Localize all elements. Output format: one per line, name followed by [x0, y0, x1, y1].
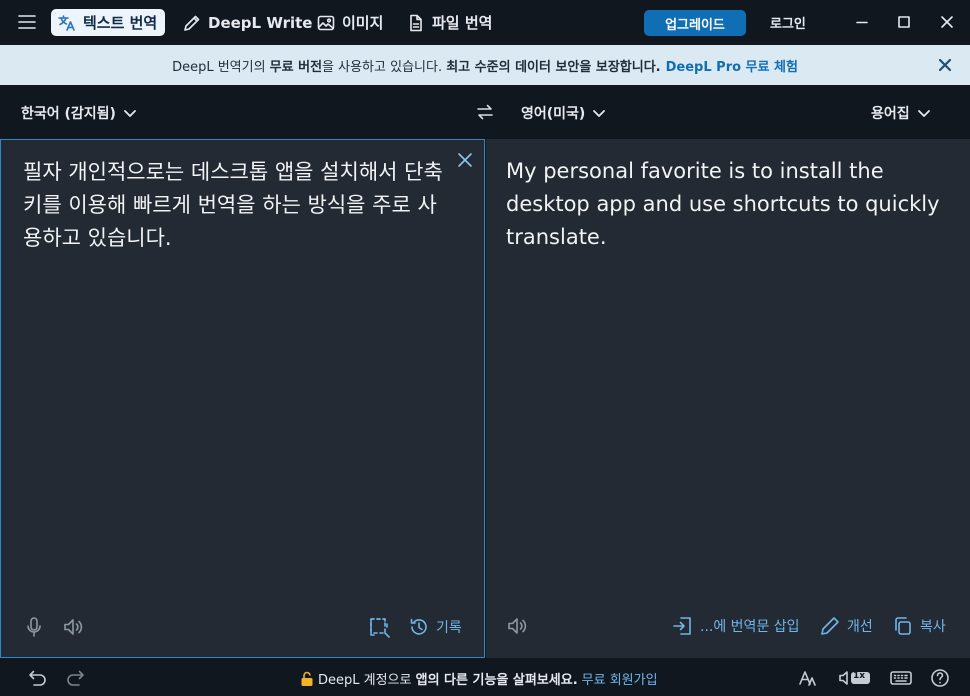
insert-translation-button[interactable]: ...에 번역문 삽입	[672, 615, 800, 637]
chevron-down-icon	[122, 105, 138, 121]
keyboard-icon[interactable]	[889, 667, 913, 689]
banner-text: 을 사용하고 있습니다.	[322, 59, 447, 75]
lock-icon	[300, 671, 314, 687]
copy-button[interactable]: 복사	[892, 615, 946, 637]
hamburger-menu-icon[interactable]	[16, 11, 38, 33]
chevron-down-icon	[591, 105, 607, 121]
clear-text-icon[interactable]	[455, 150, 475, 170]
tab-file-translation[interactable]: 파일 번역	[406, 9, 492, 36]
deepl-pro-trial-link[interactable]: DeepL Pro 무료 체험	[666, 56, 798, 75]
pen-icon	[819, 615, 841, 637]
select-area-icon[interactable]	[367, 615, 391, 639]
undo-icon[interactable]	[26, 667, 48, 689]
source-language-selector[interactable]: 한국어 (감지됨)	[21, 103, 138, 123]
speech-speed-control[interactable]: 1x	[838, 667, 872, 689]
pen-icon	[182, 13, 202, 33]
file-icon	[406, 13, 426, 33]
maximize-icon[interactable]	[894, 12, 914, 32]
footer-bold-text: 앱의 다른 기능을 살펴보세요.	[415, 673, 578, 688]
source-language-label: 한국어 (감지됨)	[21, 106, 116, 122]
target-text-panel: My personal favorite is to install the d…	[486, 139, 970, 658]
copy-icon	[892, 615, 914, 637]
font-size-icon[interactable]	[797, 667, 819, 689]
tab-label: 파일 번역	[432, 14, 493, 32]
speaker-icon[interactable]	[61, 615, 85, 639]
improve-button[interactable]: 개선	[819, 615, 873, 637]
microphone-icon[interactable]	[22, 615, 46, 639]
tab-label: DeepL Write	[208, 13, 313, 32]
target-language-selector[interactable]: 영어(미국)	[521, 103, 607, 123]
title-bar: 텍스트 번역 DeepL Write 이미지 파일 번역 업그레이드 로그인	[0, 0, 970, 45]
tab-label: 텍스트 번역	[83, 14, 158, 32]
improve-label: 개선	[847, 619, 873, 635]
language-bar: 한국어 (감지됨) 영어(미국) 용어집	[0, 85, 970, 139]
image-icon	[316, 13, 336, 33]
target-language-label: 영어(미국)	[521, 106, 586, 122]
help-icon[interactable]	[929, 667, 951, 689]
glossary-label: 용어집	[871, 106, 910, 122]
free-version-banner: DeepL 번역기의 무료 버전 을 사용하고 있습니다. 최고 수준의 데이터…	[0, 45, 970, 85]
signup-prompt: DeepL 계정으로 앱의 다른 기능을 살펴보세요. 무료 회원가입	[300, 669, 658, 688]
chevron-down-icon	[916, 105, 932, 121]
history-label: 기록	[436, 620, 462, 636]
banner-bold-free: 무료 버전	[269, 59, 323, 75]
source-text-input[interactable]: 필자 개인적으로는 데스크톱 앱을 설치해서 단축키를 이용해 빠르게 번역을 …	[23, 156, 453, 255]
banner-text: DeepL 번역기의	[172, 59, 270, 75]
footer-text: DeepL 계정으로	[318, 673, 416, 688]
minimize-icon[interactable]	[852, 12, 872, 32]
speed-badge: 1x	[853, 671, 866, 681]
speaker-icon[interactable]	[505, 614, 529, 638]
history-icon	[408, 616, 430, 638]
history-button[interactable]: 기록	[408, 616, 462, 638]
tab-text-translation[interactable]: 텍스트 번역	[51, 9, 166, 36]
login-button[interactable]: 로그인	[770, 13, 806, 32]
banner-bold-security: 최고 수준의 데이터 보안을 보장합니다.	[446, 59, 661, 75]
close-window-icon[interactable]	[937, 12, 957, 32]
tab-deepl-write[interactable]: DeepL Write	[182, 9, 312, 36]
close-icon[interactable]	[936, 56, 954, 74]
upgrade-button[interactable]: 업그레이드	[644, 10, 746, 36]
swap-languages-icon[interactable]	[474, 101, 496, 123]
footer-bar: DeepL 계정으로 앱의 다른 기능을 살펴보세요. 무료 회원가입 1x	[0, 658, 970, 696]
translated-text: My personal favorite is to install the d…	[506, 159, 947, 249]
insert-label: ...에 번역문 삽입	[700, 619, 800, 635]
tab-label: 이미지	[342, 14, 384, 32]
glossary-selector[interactable]: 용어집	[871, 103, 932, 123]
redo-icon[interactable]	[65, 667, 87, 689]
copy-label: 복사	[920, 619, 946, 635]
free-signup-link[interactable]: 무료 회원가입	[582, 669, 658, 688]
translate-icon	[57, 13, 77, 33]
tab-image[interactable]: 이미지	[316, 9, 383, 36]
source-text-panel[interactable]: 필자 개인적으로는 데스크톱 앱을 설치해서 단축키를 이용해 빠르게 번역을 …	[0, 139, 485, 658]
insert-icon	[672, 615, 694, 637]
